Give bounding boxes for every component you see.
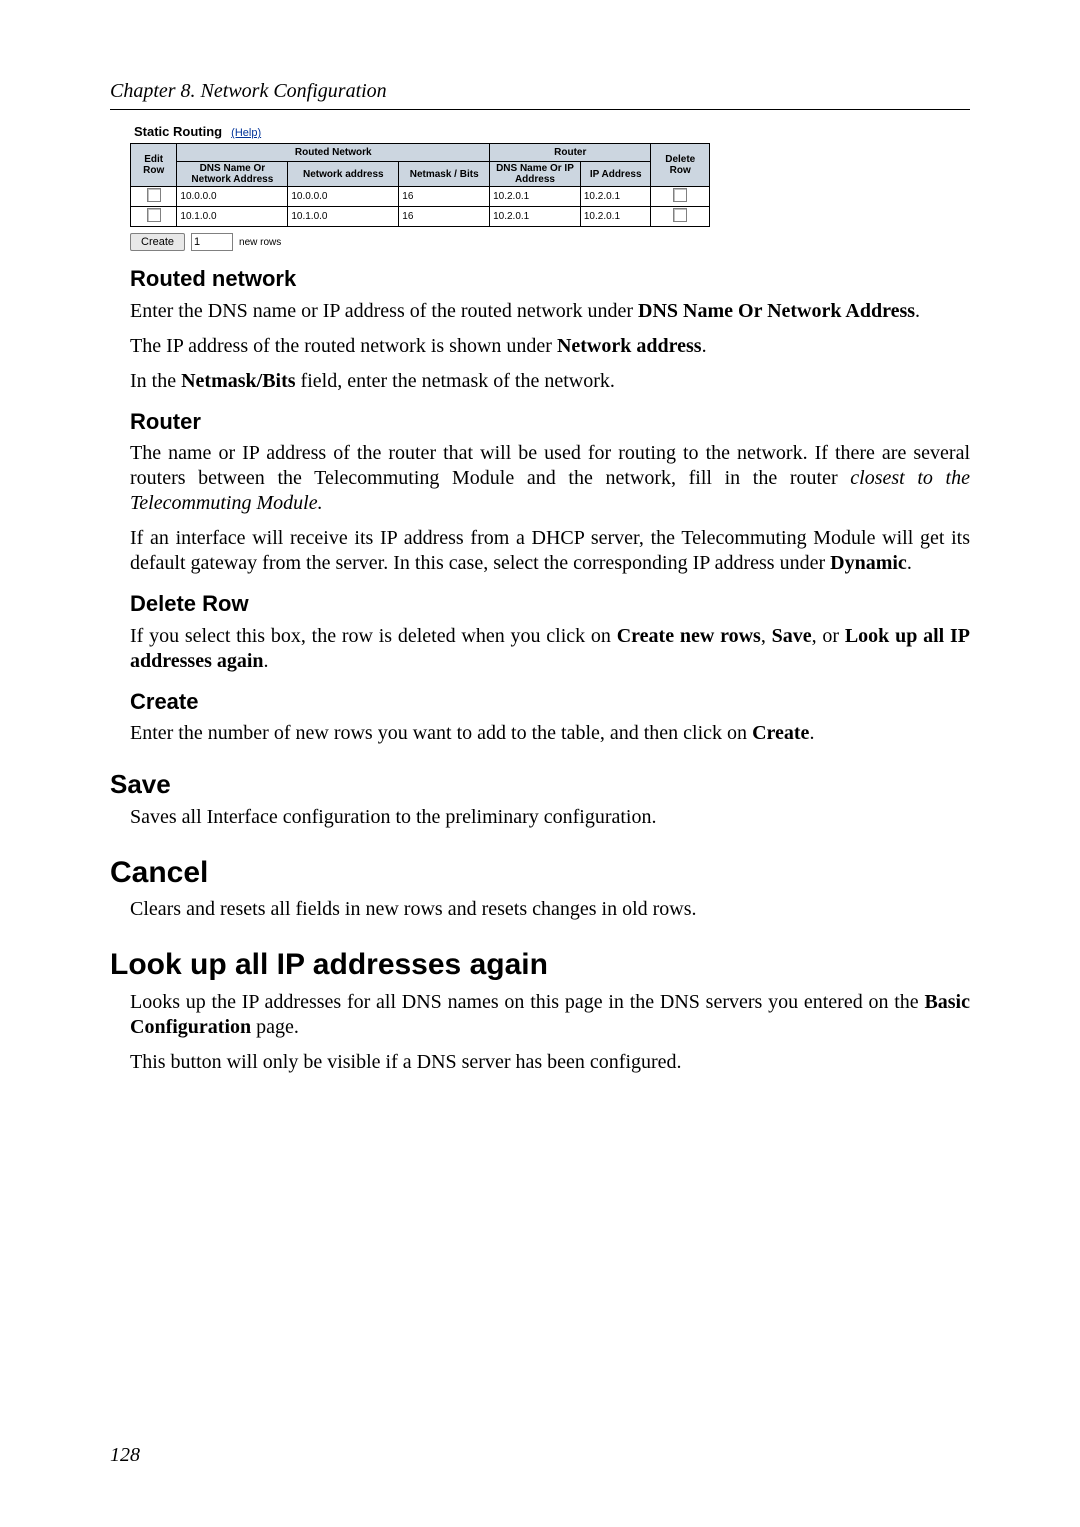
text: The name or IP address of the router tha…	[130, 442, 970, 489]
text-bold: Create new rows	[617, 625, 761, 647]
th-group-routed: Routed Network	[177, 144, 490, 162]
new-rows-input[interactable]	[191, 233, 233, 251]
cell-rdns[interactable]: 10.2.0.1	[490, 207, 581, 227]
para: In the Netmask/Bits field, enter the net…	[130, 369, 970, 394]
para: The IP address of the routed network is …	[130, 334, 970, 359]
text-bold: Create	[752, 722, 809, 744]
text: The IP address of the routed network is …	[130, 335, 557, 357]
table-header-row: DNS Name Or Network Address Network addr…	[131, 162, 710, 187]
text: Enter the DNS name or IP address of the …	[130, 300, 638, 322]
cell-dns[interactable]: 10.0.0.0	[177, 187, 288, 207]
cell-rip: 10.2.0.1	[580, 187, 651, 207]
chapter-header: Chapter 8. Network Configuration	[110, 80, 970, 103]
text: .	[809, 722, 814, 744]
th-delete-row: Delete Row	[651, 144, 710, 187]
heading-create: Create	[130, 688, 970, 716]
th-network-address: Network address	[288, 162, 399, 187]
cell-dns[interactable]: 10.1.0.0	[177, 207, 288, 227]
th-group-router: Router	[490, 144, 651, 162]
screenshot-title: Static Routing	[134, 124, 222, 139]
edit-checkbox[interactable]	[147, 208, 161, 222]
text: Enter the number of new rows you want to…	[130, 722, 752, 744]
cell-mask[interactable]: 16	[399, 207, 490, 227]
text: .	[907, 552, 912, 574]
heading-routed-network: Routed network	[130, 265, 970, 293]
table-group-row: Edit Row Routed Network Router Delete Ro…	[131, 144, 710, 162]
create-button[interactable]: Create	[130, 233, 185, 251]
text: In the	[130, 370, 181, 392]
page-number: 128	[110, 1444, 140, 1467]
text-bold: DNS Name Or Network Address	[638, 300, 915, 322]
text-bold: Save	[772, 625, 812, 647]
cell-rdns[interactable]: 10.2.0.1	[490, 187, 581, 207]
cell-net: 10.1.0.0	[288, 207, 399, 227]
text: ,	[761, 625, 772, 647]
delete-checkbox[interactable]	[673, 188, 687, 202]
table-row: 10.0.0.0 10.0.0.0 16 10.2.0.1 10.2.0.1	[131, 187, 710, 207]
text: .	[702, 335, 707, 357]
para: This button will only be visible if a DN…	[130, 1050, 970, 1075]
text-bold: Network address	[557, 335, 702, 357]
para: If you select this box, the row is delet…	[130, 624, 970, 674]
table-row: 10.1.0.0 10.1.0.0 16 10.2.0.1 10.2.0.1	[131, 207, 710, 227]
para: Enter the number of new rows you want to…	[130, 721, 970, 746]
heading-save: Save	[110, 768, 970, 801]
text: .	[264, 650, 269, 672]
new-rows-label: new rows	[239, 237, 281, 248]
static-routing-table: Edit Row Routed Network Router Delete Ro…	[130, 143, 710, 227]
static-routing-screenshot: Static Routing (Help) Edit Row Routed Ne…	[130, 120, 710, 251]
text: field, enter the netmask of the network.	[296, 370, 615, 392]
para: Clears and resets all fields in new rows…	[130, 897, 970, 922]
text: If you select this box, the row is delet…	[130, 625, 617, 647]
text: Looks up the IP addresses for all DNS na…	[130, 991, 924, 1013]
delete-checkbox[interactable]	[673, 208, 687, 222]
create-row-area: Create new rows	[130, 233, 710, 251]
heading-delete-row: Delete Row	[130, 590, 970, 618]
cell-net: 10.0.0.0	[288, 187, 399, 207]
th-dns-name: DNS Name Or Network Address	[177, 162, 288, 187]
edit-checkbox[interactable]	[147, 188, 161, 202]
cell-rip: 10.2.0.1	[580, 207, 651, 227]
th-router-ip: IP Address	[580, 162, 651, 187]
para: Looks up the IP addresses for all DNS na…	[130, 990, 970, 1040]
heading-cancel: Cancel	[110, 854, 970, 892]
text-bold: Dynamic	[830, 552, 907, 574]
help-link[interactable]: (Help)	[231, 127, 261, 139]
text: .	[915, 300, 920, 322]
text-bold: Netmask/Bits	[181, 370, 295, 392]
para: The name or IP address of the router tha…	[130, 441, 970, 516]
header-rule	[110, 109, 970, 110]
para: If an interface will receive its IP addr…	[130, 526, 970, 576]
th-netmask-bits: Netmask / Bits	[399, 162, 490, 187]
th-router-dns: DNS Name Or IP Address	[490, 162, 581, 187]
cell-mask[interactable]: 16	[399, 187, 490, 207]
para: Saves all Interface configuration to the…	[130, 805, 970, 830]
heading-lookup: Look up all IP addresses again	[110, 946, 970, 984]
th-edit-row: Edit Row	[131, 144, 177, 187]
text: page.	[251, 1016, 299, 1038]
para: Enter the DNS name or IP address of the …	[130, 299, 970, 324]
text: , or	[812, 625, 845, 647]
heading-router: Router	[130, 408, 970, 436]
